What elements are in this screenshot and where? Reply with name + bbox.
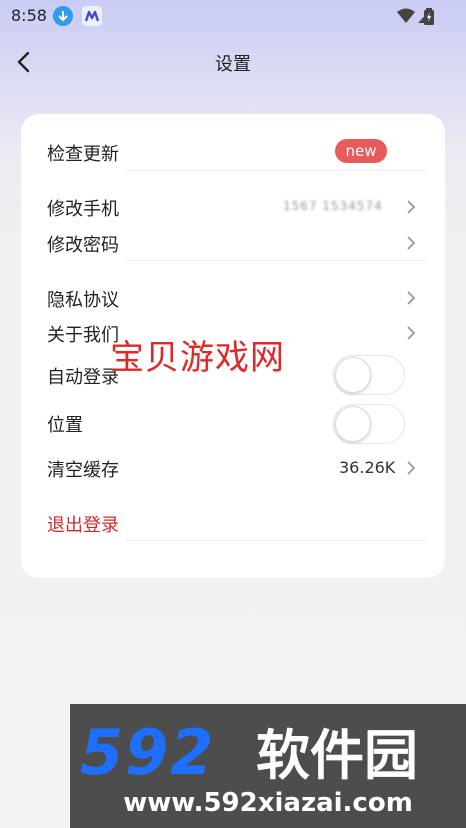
divider	[126, 260, 427, 261]
toggle-knob	[335, 357, 371, 393]
settings-row-change-password[interactable]: 修改密码	[21, 225, 445, 261]
settings-row-change-phone[interactable]: 修改手机 1567 1534574	[21, 189, 445, 225]
ad-url: www.592xiazai.com	[123, 788, 413, 818]
chevron-right-icon	[407, 461, 416, 475]
ad-banner[interactable]: 592 软件园 www.592xiazai.com	[70, 704, 466, 828]
settings-row-label: 自动登录	[47, 367, 119, 388]
auto-login-toggle[interactable]	[333, 355, 405, 395]
ad-brand-logo: 592 软件园	[80, 716, 418, 786]
download-icon	[53, 6, 73, 26]
settings-row-privacy[interactable]: 隐私协议	[21, 280, 445, 316]
chevron-right-icon	[407, 236, 416, 250]
status-time: 8:58	[11, 6, 47, 25]
wifi-icon	[397, 8, 415, 23]
settings-row-label: 位置	[47, 415, 83, 436]
settings-row-label: 清空缓存	[47, 460, 119, 481]
settings-row-clear-cache[interactable]: 清空缓存 36.26K	[21, 451, 445, 485]
divider	[126, 170, 427, 171]
chevron-right-icon	[407, 200, 416, 214]
settings-row-label: 关于我们	[47, 325, 119, 346]
settings-row-label: 隐私协议	[47, 290, 119, 311]
location-toggle[interactable]	[333, 404, 405, 444]
settings-row-label: 检查更新	[47, 144, 119, 165]
battery-icon	[424, 8, 434, 25]
divider	[126, 540, 427, 541]
chevron-right-icon	[407, 291, 416, 305]
svg-text:软件园: 软件园	[256, 724, 418, 786]
settings-row-label: 修改密码	[47, 235, 119, 256]
watermark-text: 宝贝游戏网	[110, 338, 285, 378]
logout-label: 退出登录	[47, 515, 119, 536]
toggle-knob	[335, 406, 371, 442]
logout-button[interactable]: 退出登录	[21, 505, 445, 541]
app-notification-icon	[82, 6, 102, 26]
cache-size: 36.26K	[339, 458, 396, 477]
svg-text:592: 592	[80, 716, 215, 786]
settings-row-label: 修改手机	[47, 199, 119, 220]
new-badge: new	[335, 139, 387, 163]
page-title: 设置	[215, 54, 251, 75]
status-bar: 8:58	[0, 0, 466, 32]
settings-row-check-update[interactable]: 检查更新 new	[21, 134, 445, 172]
settings-row-location: 位置	[21, 402, 445, 446]
phone-number: 1567 1534574	[283, 199, 383, 213]
chevron-right-icon	[407, 326, 416, 340]
